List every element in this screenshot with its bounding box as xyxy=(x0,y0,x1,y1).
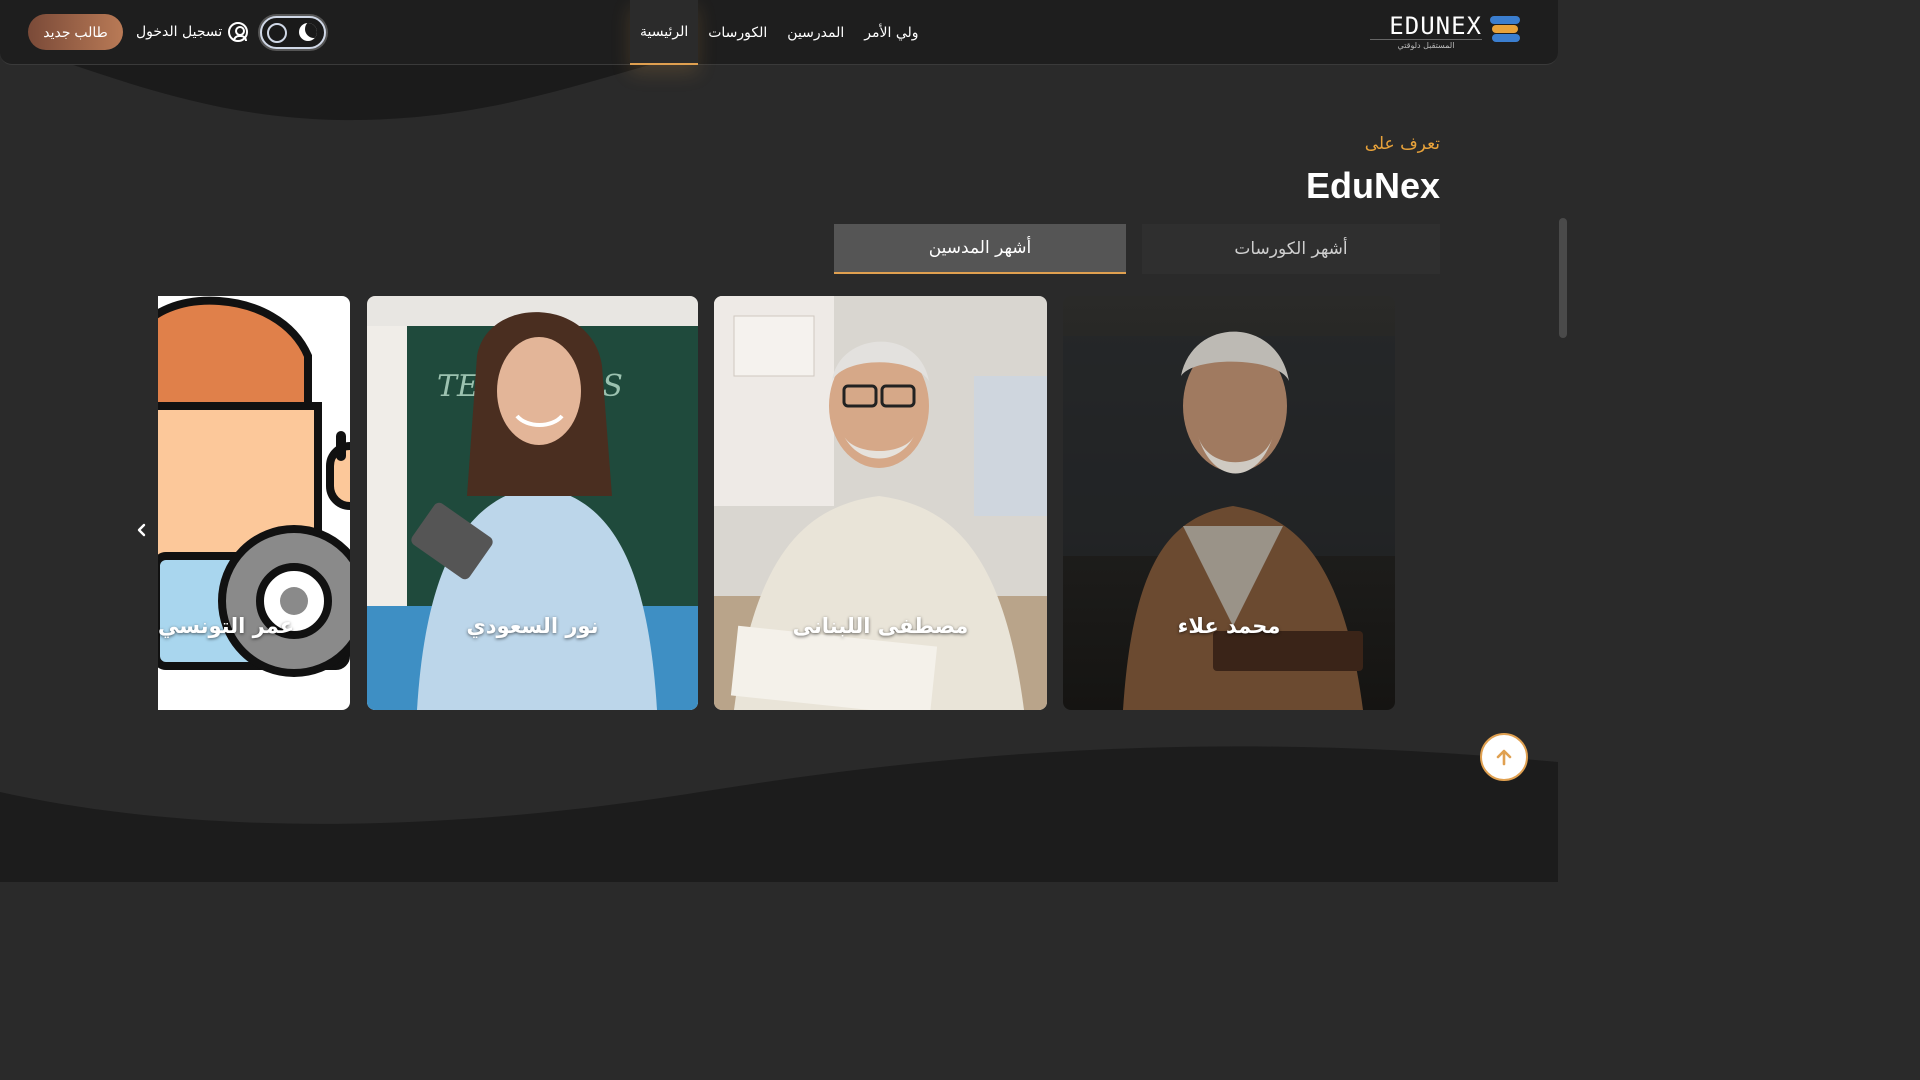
new-student-button[interactable]: طالب جديد xyxy=(28,14,123,50)
teacher-photo: TEACHER'S xyxy=(367,296,698,710)
scroll-to-top-button[interactable] xyxy=(1480,733,1528,781)
teacher-photo xyxy=(1063,296,1395,710)
section-eyebrow: تعرف على xyxy=(1364,134,1440,154)
theme-toggle[interactable] xyxy=(260,16,326,49)
bottom-wave-decoration xyxy=(0,746,1558,882)
nav-item-home[interactable]: الرئيسية xyxy=(630,0,699,65)
teacher-name: محمد علاء xyxy=(1177,614,1281,638)
toggle-knob xyxy=(267,23,287,43)
teacher-card[interactable]: محمد علاء xyxy=(1063,296,1395,710)
brand-mark-icon xyxy=(1488,14,1520,44)
user-circle-icon xyxy=(228,22,249,42)
section-title: EduNex xyxy=(1305,165,1440,206)
teacher-name: مصطفى اللبنانى xyxy=(792,614,969,638)
tab-top-courses[interactable]: أشهر الكورسات xyxy=(1142,224,1440,274)
nav-item-parent[interactable]: ولي الأمر xyxy=(854,0,928,65)
moon-icon xyxy=(299,23,317,41)
login-link[interactable]: تسجيل الدخول xyxy=(136,18,249,46)
top-navbar: EDUNEX المستقبل دلوقتي الرئيسية الكورسات… xyxy=(0,0,1558,65)
brand-name: EDUNEX xyxy=(1389,12,1482,40)
tab-top-teachers[interactable]: أشهر المدسين xyxy=(834,224,1126,274)
login-label: تسجيل الدخول xyxy=(136,24,223,40)
page-scrollbar[interactable] xyxy=(1558,0,1568,882)
teacher-avatar-illustration xyxy=(158,296,350,710)
chevron-left-icon xyxy=(137,523,146,537)
brand-logo[interactable]: EDUNEX المستقبل دلوقتي xyxy=(1368,12,1520,50)
teachers-carousel: محمد علاء مصطفى اللبنانى TEACHER'S xyxy=(158,296,1398,710)
carousel-prev-button[interactable] xyxy=(130,518,154,542)
teacher-card[interactable]: مصطفى اللبنانى xyxy=(714,296,1047,710)
main-nav: الرئيسية الكورسات المدرسين ولي الأمر xyxy=(630,0,929,65)
scrollbar-thumb[interactable] xyxy=(1559,218,1567,338)
teacher-name: عمر التونسي xyxy=(158,614,295,638)
teacher-card[interactable]: عمر التونسي xyxy=(158,296,350,710)
arrow-up-icon xyxy=(1496,749,1512,766)
nav-item-courses[interactable]: الكورسات xyxy=(698,0,777,65)
teacher-name: نور السعودي xyxy=(466,614,599,638)
brand-tagline: المستقبل دلوقتي xyxy=(1370,39,1482,50)
nav-item-teachers[interactable]: المدرسين xyxy=(777,0,854,65)
teacher-card[interactable]: TEACHER'S نور السعودي xyxy=(367,296,698,710)
teacher-photo xyxy=(714,296,1047,710)
